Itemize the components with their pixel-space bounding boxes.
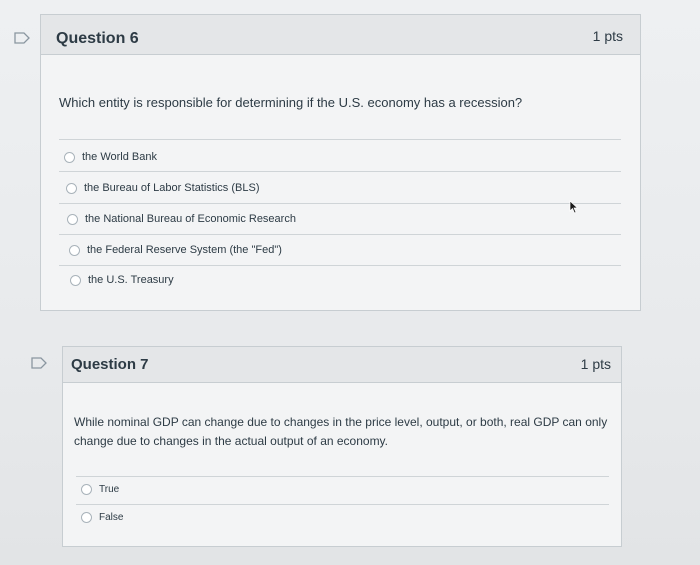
answer-label: the Federal Reserve System (the "Fed") xyxy=(87,244,282,256)
question-7-header: Question 7 1 pts xyxy=(63,347,621,383)
answer-label: False xyxy=(99,512,124,523)
answer-divider xyxy=(59,139,621,140)
answer-option[interactable]: True xyxy=(81,484,119,495)
answer-label: the World Bank xyxy=(82,151,158,163)
answer-divider xyxy=(59,203,621,204)
question-6-title: Question 6 xyxy=(56,30,139,47)
question-6-header: Question 6 1 pts xyxy=(41,15,640,55)
answer-divider xyxy=(59,265,621,266)
answer-divider xyxy=(76,504,609,505)
question-6-points: 1 pts xyxy=(592,28,623,44)
flag-question-icon[interactable] xyxy=(31,357,47,369)
answer-label: the Bureau of Labor Statistics (BLS) xyxy=(84,182,260,194)
answer-option[interactable]: the U.S. Treasury xyxy=(70,274,174,286)
mouse-pointer-icon xyxy=(569,200,579,219)
question-6-card: Question 6 1 pts Which entity is respons… xyxy=(40,14,641,311)
answer-label: True xyxy=(99,484,120,495)
answer-divider xyxy=(59,234,621,235)
answer-option[interactable]: the Bureau of Labor Statistics (BLS) xyxy=(66,182,259,194)
answer-option[interactable]: the National Bureau of Economic Research xyxy=(67,213,296,225)
answer-divider xyxy=(59,171,621,172)
question-7-title: Question 7 xyxy=(71,356,149,373)
answer-divider xyxy=(76,476,609,477)
answer-option[interactable]: False xyxy=(81,512,123,523)
question-7-card: Question 7 1 pts While nominal GDP can c… xyxy=(62,346,622,547)
answer-label: the National Bureau of Economic Research xyxy=(85,213,296,225)
question-7-text: While nominal GDP can change due to chan… xyxy=(74,415,608,448)
answer-option[interactable]: the Federal Reserve System (the "Fed") xyxy=(69,244,282,256)
answer-option[interactable]: the World Bank xyxy=(64,151,157,163)
radio-button[interactable] xyxy=(67,213,78,225)
flag-question-icon[interactable] xyxy=(14,32,30,44)
question-7-points: 1 pts xyxy=(580,356,611,372)
radio-button[interactable] xyxy=(81,484,92,495)
radio-button[interactable] xyxy=(69,244,80,256)
radio-button[interactable] xyxy=(81,512,92,523)
radio-button[interactable] xyxy=(64,151,75,163)
radio-button[interactable] xyxy=(66,182,77,194)
answer-label: the U.S. Treasury xyxy=(88,274,174,286)
question-6-text: Which entity is responsible for determin… xyxy=(59,95,523,110)
radio-button[interactable] xyxy=(70,274,81,286)
